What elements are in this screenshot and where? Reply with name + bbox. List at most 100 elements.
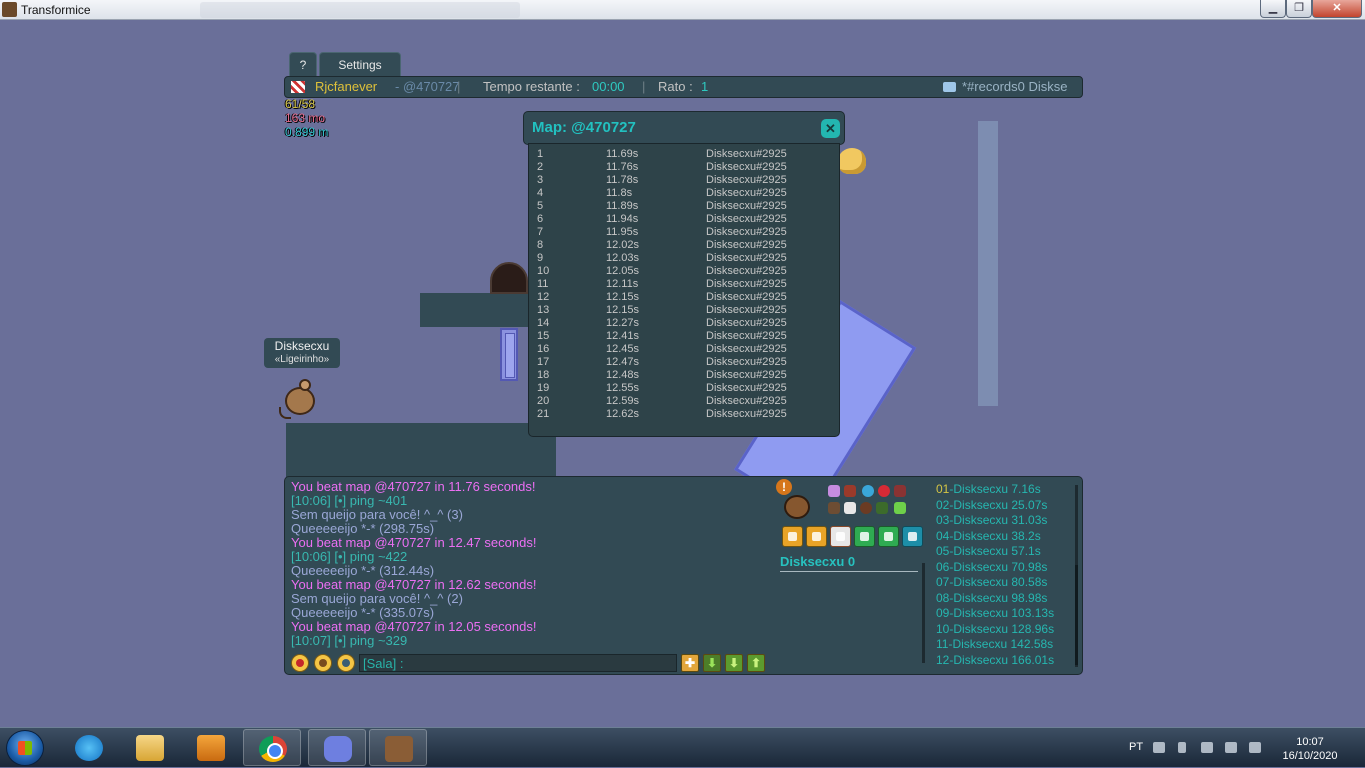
record-time: 12.11s — [606, 278, 639, 290]
help-tab[interactable]: ? — [289, 52, 317, 76]
record-rank: 3 — [537, 174, 544, 186]
leaderboard-row[interactable]: 03-Disksecxu 31.03s — [936, 513, 1076, 529]
shield-icon[interactable] — [314, 654, 332, 672]
plus-button[interactable]: ✚ — [681, 654, 699, 672]
record-player: Disksecxu#2925 — [706, 291, 787, 303]
chat-message: You beat map @470727 in 11.76 seconds! — [291, 479, 536, 494]
record-player: Disksecxu#2925 — [706, 395, 787, 407]
leaderboard-entry: -Disksecxu 57.1s — [949, 544, 1041, 558]
add-icon[interactable] — [894, 502, 906, 514]
leaderboard-row[interactable]: 04-Disksecxu 38.2s — [936, 529, 1076, 545]
brown-item-icon[interactable] — [860, 502, 872, 514]
network-icon[interactable] — [1249, 742, 1261, 753]
map-marker — [500, 328, 518, 381]
record-rank: 11 — [537, 278, 549, 290]
home-icon[interactable] — [782, 526, 803, 547]
chat-message: You beat map @470727 in 12.47 seconds! — [291, 535, 537, 550]
record-player: Disksecxu#2925 — [706, 187, 787, 199]
volume-icon[interactable] — [1225, 742, 1237, 753]
leaderboard-row[interactable]: 10-Disksecxu 128.96s — [936, 622, 1076, 638]
mouse-body — [285, 387, 315, 415]
maximize-button[interactable]: ❐ — [1286, 0, 1312, 18]
discord-icon[interactable] — [878, 526, 899, 547]
leaderboard-row[interactable]: 08-Disksecxu 98.98s — [936, 591, 1076, 607]
list-icon[interactable] — [806, 526, 827, 547]
record-rank: 17 — [537, 356, 550, 368]
chat-input[interactable] — [359, 654, 677, 672]
cup-icon[interactable] — [337, 654, 355, 672]
room-name: *#records0 Diskse — [962, 79, 1068, 94]
leaderboard-row[interactable]: 07-Disksecxu 80.58s — [936, 575, 1076, 591]
leaderboard-row[interactable]: 11-Disksecxu 142.58s — [936, 637, 1076, 653]
chat-message: Sem queijo para você! ^_^ (3) — [291, 507, 463, 522]
bottom-panel: You beat map @470727 in 11.76 seconds! [1… — [284, 476, 1083, 675]
record-player: Disksecxu#2925 — [706, 213, 787, 225]
language-indicator[interactable]: PT — [1129, 741, 1143, 753]
close-window-button[interactable]: ✕ — [1312, 0, 1362, 18]
shop-icon[interactable] — [830, 526, 851, 547]
tree-icon[interactable] — [828, 502, 840, 514]
action-center-flag-icon[interactable] — [1201, 742, 1213, 753]
heart-icon[interactable] — [291, 654, 309, 672]
record-time: 12.47s — [606, 356, 640, 368]
taskbar-media-player[interactable] — [182, 729, 240, 766]
leaderboard-scrollbar[interactable] — [1075, 485, 1078, 667]
record-rank: 4 — [537, 187, 544, 199]
start-button[interactable] — [6, 730, 44, 766]
scroll-bottom-button[interactable]: ⬇ — [725, 654, 743, 672]
heart-icon[interactable] — [878, 485, 890, 497]
leaderboard-entry: -Disksecxu 70.98s — [949, 559, 1048, 574]
leaderboard-position: 06 — [936, 559, 950, 574]
plant-icon[interactable] — [876, 502, 888, 514]
record-time: 12.62s — [606, 408, 640, 420]
mice-count-value: 1 — [701, 79, 709, 94]
mouse-hole — [490, 262, 528, 294]
dress-icon[interactable] — [828, 485, 840, 497]
minimize-button[interactable]: ▁ — [1260, 0, 1286, 18]
scroll-up-button[interactable]: ⬆ — [747, 654, 765, 672]
leaderboard-row[interactable]: 09-Disksecxu 103.13s — [936, 606, 1076, 622]
water-drop-icon[interactable] — [862, 485, 874, 497]
clock-time: 10:07 — [1296, 736, 1324, 748]
record-time: 11.78s — [606, 174, 639, 186]
popup-close-button[interactable]: ✕ — [821, 119, 840, 138]
leaderboard-entry: -Disksecxu 103.13s — [949, 606, 1055, 620]
profile-mouse-body — [784, 495, 810, 519]
map-pillar — [978, 121, 998, 406]
settings-tab[interactable]: Settings — [319, 52, 401, 76]
leaderboard-row[interactable]: 06-Disksecxu 70.98s — [936, 560, 1076, 576]
leaderboard-position: 07 — [936, 575, 950, 589]
leaderboard-row[interactable]: 02-Disksecxu 25.07s — [936, 498, 1076, 514]
chat-message: [10:06] [•] ping ~422 — [291, 549, 408, 564]
map-author[interactable]: Rjcfanever — [315, 77, 377, 97]
leaderboard-row[interactable]: 12-Disksecxu 166.01s — [936, 653, 1076, 669]
sleep-icon[interactable] — [844, 502, 856, 514]
profile-mouse-avatar[interactable] — [776, 485, 816, 523]
fullscreen-icon[interactable] — [902, 526, 923, 547]
taskbar-internet-explorer[interactable] — [60, 729, 118, 766]
chat-bubble-icon[interactable] — [854, 526, 875, 547]
chrome-icon — [259, 736, 287, 762]
scroll-down-button[interactable]: ⬇ — [703, 654, 721, 672]
media-player-icon — [197, 735, 225, 761]
show-hidden-icons[interactable] — [1178, 742, 1186, 753]
discord-icon — [324, 736, 352, 762]
taskbar-discord[interactable] — [308, 729, 366, 766]
record-player: Disksecxu#2925 — [706, 239, 787, 251]
leaderboard-row[interactable]: 01-Disksecxu 7.16s — [936, 482, 1076, 498]
taskbar-transformice[interactable] — [369, 729, 427, 766]
leaderboard-entry: -Disksecxu 38.2s — [949, 528, 1041, 543]
bug-icon[interactable] — [894, 485, 906, 497]
taskbar-file-explorer[interactable] — [121, 729, 179, 766]
hat-icon[interactable] — [844, 485, 856, 497]
record-time: 11.76s — [606, 161, 639, 173]
system-clock[interactable]: 10:07 16/10/2020 — [1272, 735, 1348, 763]
record-player: Disksecxu#2925 — [706, 148, 787, 160]
mice-count-label: Rato : — [658, 79, 693, 94]
leaderboard-entry: -Disksecxu 128.96s — [949, 621, 1055, 636]
taskbar-chrome[interactable] — [243, 729, 301, 766]
leaderboard-row[interactable]: 05-Disksecxu 57.1s — [936, 544, 1076, 560]
leaderboard-entry: -Disksecxu 25.07s — [949, 497, 1048, 512]
keyboard-icon[interactable] — [1153, 742, 1165, 753]
record-time: 12.59s — [606, 395, 640, 407]
